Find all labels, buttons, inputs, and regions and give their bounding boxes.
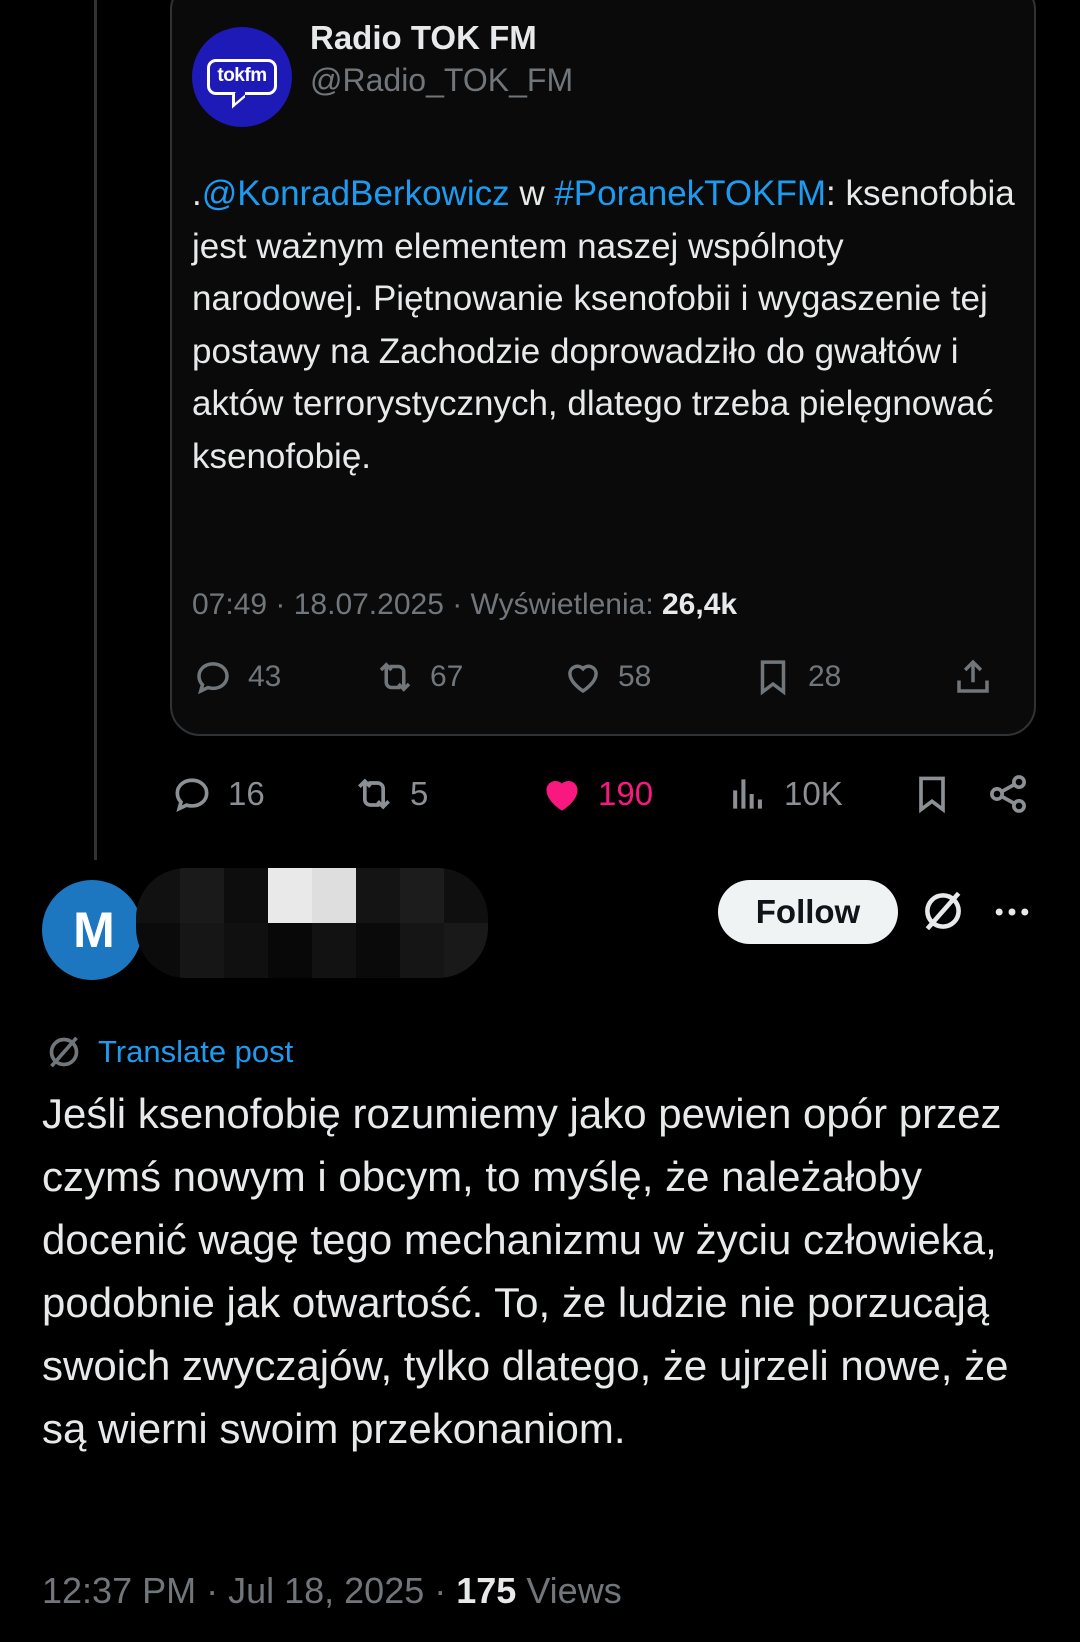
- text-prefix: .: [192, 174, 202, 213]
- quoted-reply-button[interactable]: 43: [192, 656, 281, 698]
- mention-link[interactable]: @KonradBerkowicz: [202, 174, 510, 213]
- views-count: 10K: [784, 775, 843, 812]
- heart-icon: [568, 664, 598, 694]
- main-post-action-bar: 16 5 190 10K: [170, 772, 1040, 822]
- reply-icon: [197, 662, 229, 695]
- quoted-display-name[interactable]: Radio TOK FM: [310, 19, 537, 57]
- bookmark-icon: [919, 776, 945, 814]
- quoted-action-bar: 43 67 58 28: [192, 656, 1022, 700]
- quoted-bookmark-count: 28: [808, 660, 842, 693]
- repost-count: 5: [410, 775, 429, 812]
- hashtag-link[interactable]: #PoranekTOKFM: [554, 174, 826, 213]
- tokfm-logo: tokfm: [207, 59, 277, 95]
- quoted-like-button[interactable]: 58: [562, 656, 651, 698]
- follow-button[interactable]: Follow: [718, 880, 898, 944]
- thread-connector-line: [94, 0, 97, 860]
- quoted-repost-count: 67: [430, 660, 464, 693]
- reply-timestamp[interactable]: 12:37 PM · Jul 18, 2025 ·: [42, 1570, 456, 1611]
- reply-post-meta: 12:37 PM · Jul 18, 2025 · 175 Views: [42, 1570, 622, 1612]
- repost-icon: [379, 662, 411, 692]
- quoted-bookmark-button[interactable]: 28: [752, 656, 841, 698]
- bookmark-icon: [760, 660, 786, 696]
- quoted-share-button[interactable]: [952, 656, 994, 698]
- reply-icon: [175, 778, 209, 813]
- quoted-post-card[interactable]: tokfm Radio TOK FM @Radio_TOK_FM .@Konra…: [170, 0, 1036, 736]
- share-icon: [957, 659, 989, 693]
- quoted-post-text: .@KonradBerkowicz w #PoranekTOKFM: kseno…: [192, 168, 1022, 483]
- like-button[interactable]: 190: [540, 772, 653, 816]
- heart-filled-icon: [546, 781, 578, 811]
- quoted-like-count: 58: [618, 660, 652, 693]
- quoted-reply-count: 43: [248, 660, 282, 693]
- grok-icon[interactable]: [918, 886, 968, 936]
- bookmark-button[interactable]: [910, 772, 954, 816]
- views-bar-chart-icon: [733, 779, 762, 809]
- views-button[interactable]: 10K: [726, 772, 843, 816]
- share-nodes-icon: [990, 775, 1026, 813]
- repost-button[interactable]: 5: [352, 772, 428, 816]
- like-count: 190: [598, 775, 654, 812]
- repost-icon: [358, 778, 390, 810]
- quoted-views-count: 26,4k: [662, 588, 738, 621]
- translate-post-link[interactable]: Translate post: [44, 1032, 293, 1072]
- reply-author-avatar[interactable]: M: [42, 880, 142, 980]
- text-body: : ksenofobia jest ważnym elementem nasze…: [192, 174, 1015, 476]
- reply-post-text: Jeśli ksenofobię rozumiemy jako pewien o…: [42, 1090, 1009, 1452]
- quoted-post-meta: 07:49 · 18.07.2025 · Wyświetlenia: 26,4k: [192, 588, 737, 622]
- redacted-username-blur: [136, 868, 488, 978]
- grok-translate-icon: [49, 1036, 79, 1068]
- quoted-handle[interactable]: @Radio_TOK_FM: [310, 62, 573, 99]
- reply-views-label: Views: [516, 1570, 622, 1611]
- reply-count: 16: [228, 775, 265, 812]
- tokfm-avatar[interactable]: tokfm: [192, 27, 292, 127]
- quoted-timestamp: 07:49 · 18.07.2025 · Wyświetlenia:: [192, 588, 662, 621]
- reply-views-count: 175: [456, 1570, 517, 1611]
- share-button[interactable]: [986, 772, 1030, 816]
- quoted-repost-button[interactable]: 67: [374, 656, 463, 698]
- translate-post-label[interactable]: Translate post: [98, 1034, 293, 1070]
- more-options-icon[interactable]: [990, 890, 1034, 934]
- text-middle: w: [509, 174, 555, 213]
- reply-author-row: M Follow: [0, 860, 1080, 980]
- reply-button[interactable]: 16: [170, 772, 265, 816]
